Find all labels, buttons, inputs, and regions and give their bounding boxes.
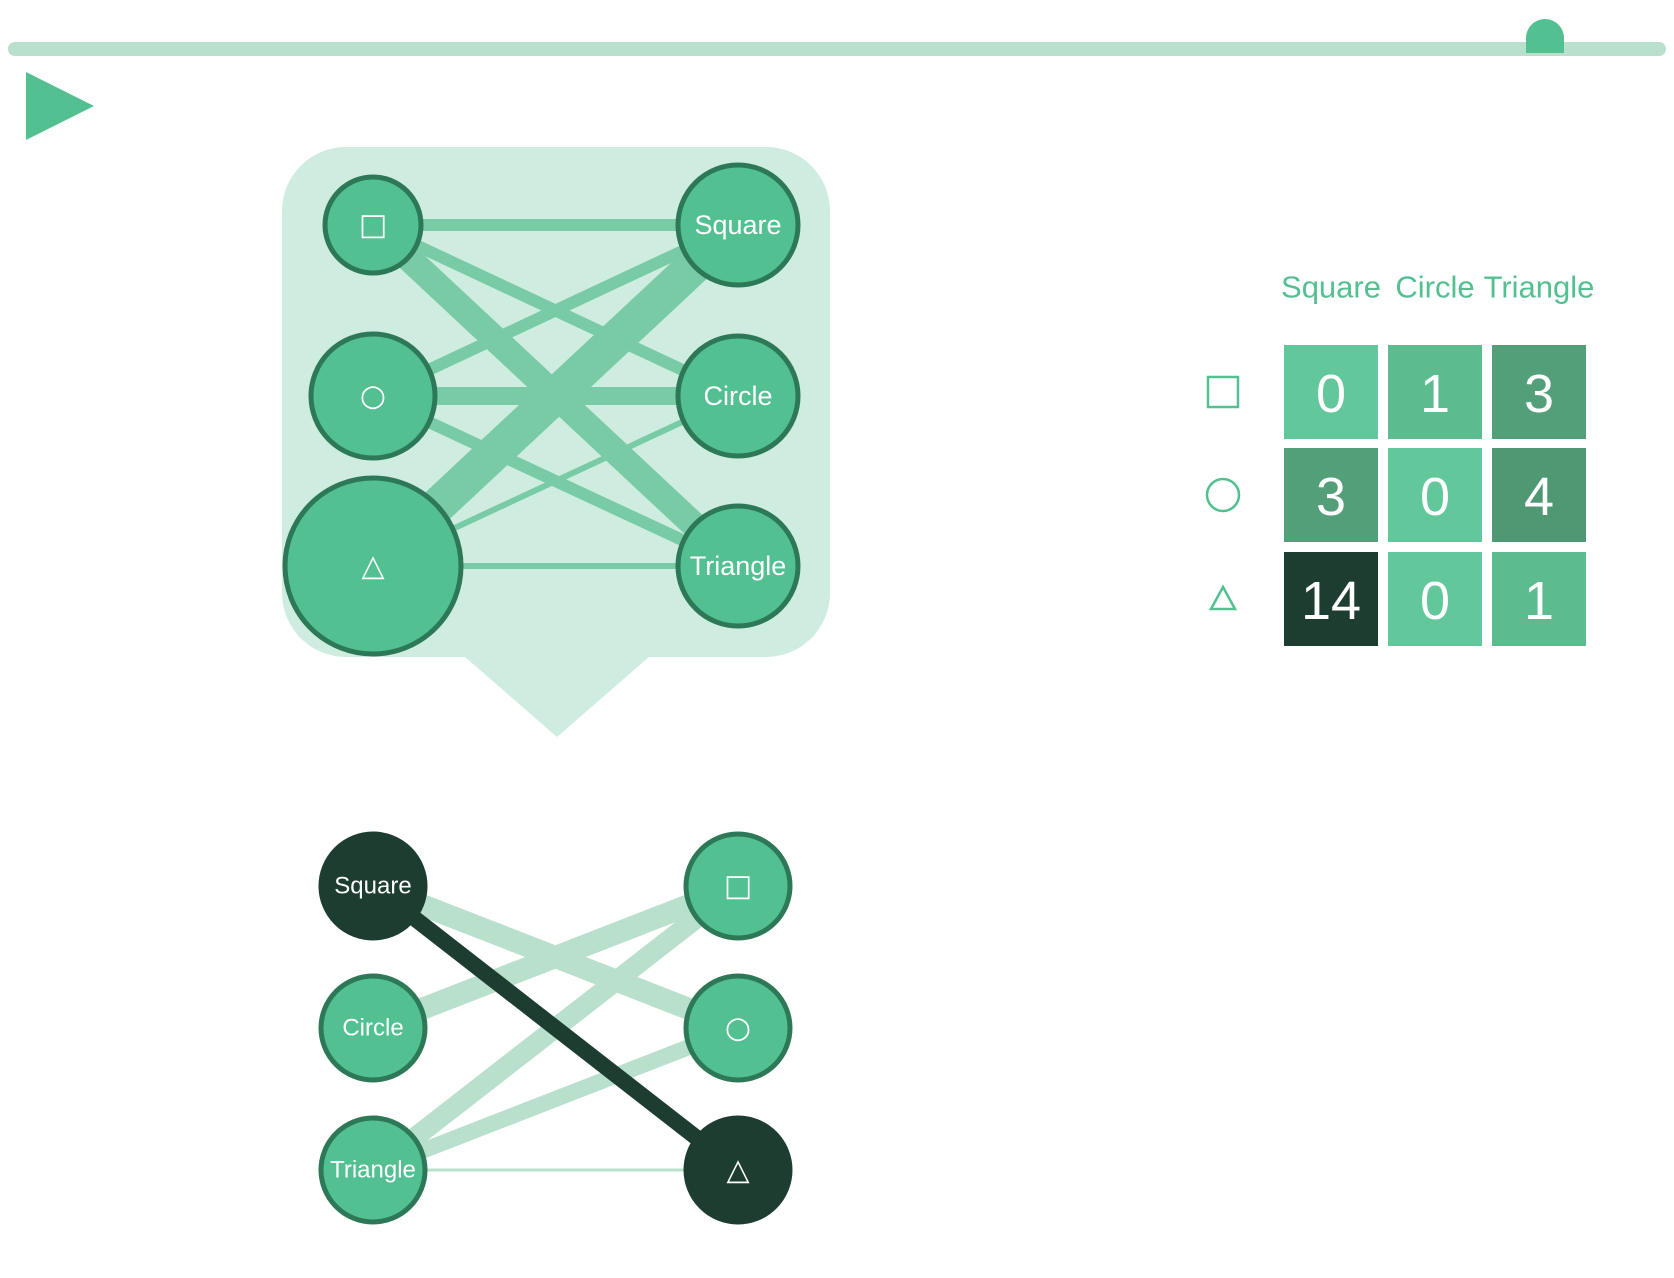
bottom-left-node-label: Square: [334, 873, 411, 900]
timeline-slider-track[interactable]: [8, 42, 1666, 56]
matrix-cell-value: 0: [1316, 364, 1346, 424]
matrix-cell-value: 3: [1316, 467, 1346, 527]
bottom-edge: [370, 1020, 741, 1178]
bottom-right-node-glyph: △: [726, 1153, 749, 1188]
matrix-cell[interactable]: 4: [1492, 448, 1586, 542]
bottom-right-node-square[interactable]: □: [683, 831, 793, 941]
bottom-right-node-circle[interactable]: ○: [683, 973, 793, 1083]
bottom-left-node-triangle[interactable]: Triangle: [318, 1115, 428, 1225]
bottom-right-node-triangle[interactable]: △: [683, 1115, 793, 1225]
matrix-column-header: Triangle: [1484, 270, 1595, 305]
top-right-node-label: Triangle: [690, 551, 787, 581]
top-right-node-label: Circle: [703, 381, 772, 411]
bottom-right-node-glyph: ○: [725, 1011, 751, 1046]
matrix-column-header: Circle: [1395, 270, 1474, 305]
matrix-row-header-circle-icon: [1205, 477, 1241, 513]
matrix-cell-value: 0: [1420, 467, 1450, 527]
bottom-right-node-glyph: □: [724, 869, 752, 904]
top-right-node-label: Square: [694, 210, 781, 240]
matrix-cell[interactable]: 0: [1284, 345, 1378, 439]
play-icon[interactable]: [26, 72, 94, 140]
matrix-cell[interactable]: 3: [1284, 448, 1378, 542]
top-left-node-triangle[interactable]: △: [282, 475, 464, 657]
matrix-cell[interactable]: 0: [1388, 448, 1482, 542]
top-right-node-circle[interactable]: Circle: [675, 333, 801, 459]
confusion-matrix: Square Circle Triangle 0 1 3 3 0 4 14 0 1: [1205, 270, 1595, 646]
matrix-cell[interactable]: 3: [1492, 345, 1586, 439]
matrix-row-header-square-icon: [1206, 375, 1240, 409]
top-left-node-circle[interactable]: ○: [308, 331, 438, 461]
matrix-cell-value: 3: [1524, 364, 1554, 424]
stage: □ ○ △ Square Circle Triangle Square Circle Tria…: [8, 19, 1666, 1225]
matrix-cell[interactable]: 1: [1388, 345, 1482, 439]
matrix-cell[interactable]: 14: [1284, 552, 1378, 646]
top-left-node-glyph: □: [359, 208, 387, 243]
top-left-node-glyph: △: [361, 549, 384, 584]
matrix-column-header: Square: [1281, 270, 1381, 305]
bottom-left-node-circle[interactable]: Circle: [318, 973, 428, 1083]
bottom-diagram-edges: [366, 875, 745, 1178]
top-left-node-glyph: ○: [360, 379, 386, 414]
top-left-node-square[interactable]: □: [322, 174, 424, 276]
top-right-node-triangle[interactable]: Triangle: [675, 503, 801, 629]
matrix-cell-value: 0: [1420, 571, 1450, 631]
matrix-cell-value: 1: [1420, 364, 1450, 424]
bottom-left-node-label: Triangle: [330, 1157, 416, 1184]
timeline-slider-thumb[interactable]: [1526, 19, 1564, 53]
matrix-row-header-triangle-icon: [1208, 584, 1238, 611]
bottom-left-node-label: Circle: [342, 1015, 403, 1042]
top-right-node-square[interactable]: Square: [675, 162, 801, 288]
matrix-cell-value: 4: [1524, 467, 1554, 527]
matrix-cell[interactable]: 1: [1492, 552, 1586, 646]
matrix-cell-value: 14: [1301, 571, 1361, 631]
matrix-cell[interactable]: 0: [1388, 552, 1482, 646]
matrix-cell-value: 1: [1524, 571, 1554, 631]
bottom-left-node-square[interactable]: Square: [318, 831, 428, 941]
